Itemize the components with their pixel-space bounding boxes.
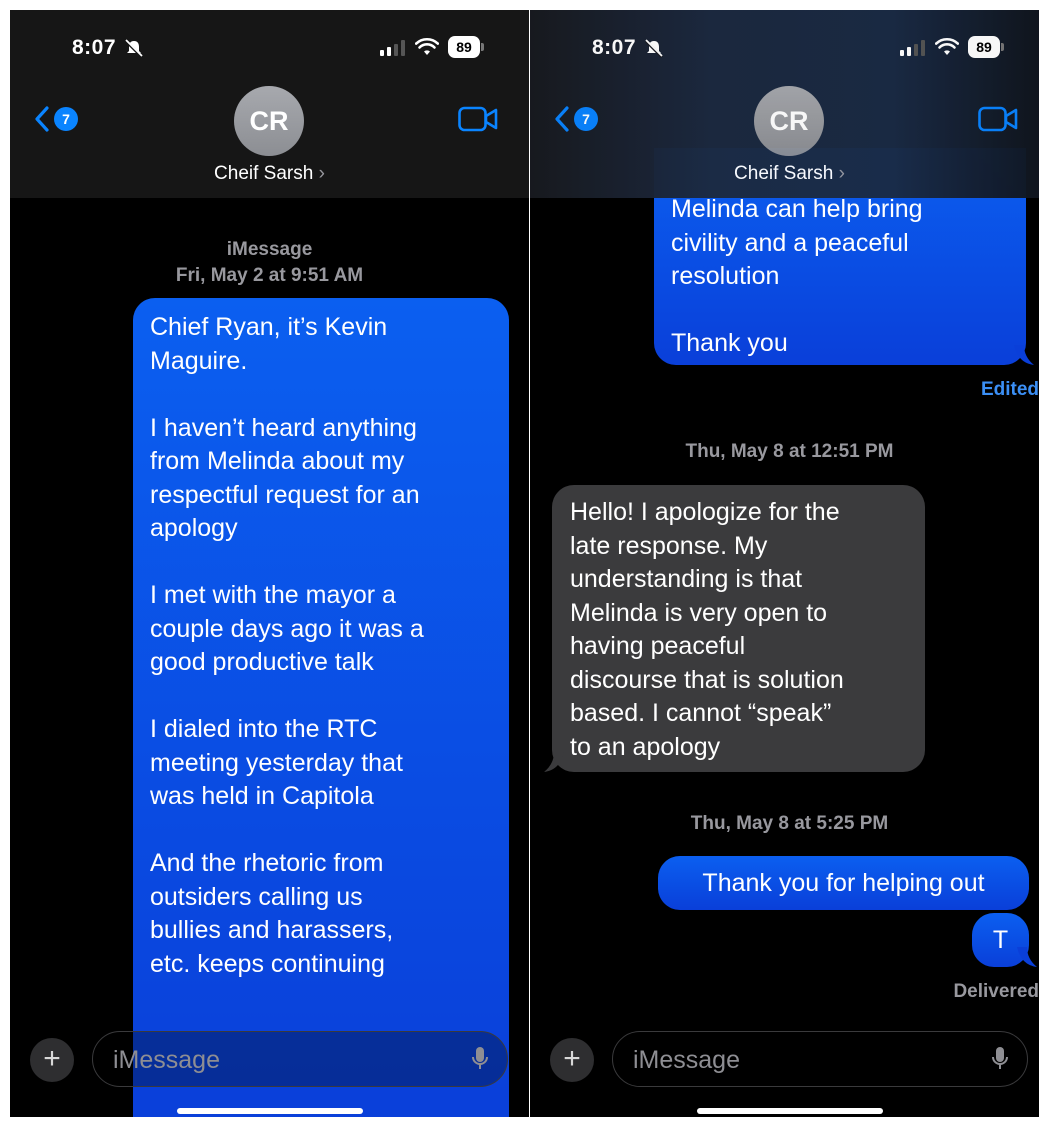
home-indicator[interactable]	[697, 1108, 883, 1114]
message-line: good productive talk	[150, 648, 374, 676]
chevron-right-icon: ›	[318, 163, 325, 184]
status-time: 8:07	[592, 36, 637, 59]
message-line: having peaceful	[570, 632, 746, 660]
edited-label[interactable]: Edited	[981, 379, 1039, 401]
video-call-icon[interactable]	[978, 106, 1018, 132]
message-line	[150, 546, 509, 580]
silent-mode-icon	[644, 39, 664, 58]
silent-mode-icon	[124, 39, 144, 58]
unread-count-badge[interactable]: 7	[54, 107, 78, 131]
battery-indicator: 89	[448, 36, 484, 58]
conversation-header: 8:07 89 7 CR Cheif Sarsh ›	[530, 10, 1039, 198]
sent-message-bubble[interactable]: Chief Ryan, it’s Kevin Maguire. I haven’t…	[133, 298, 509, 1117]
message-thread[interactable]: iMessage Fri, May 2 at 9:51 AM Chief Rya…	[10, 198, 529, 1117]
message-line: discourse that is solution	[570, 665, 844, 694]
input-placeholder: iMessage	[113, 1046, 220, 1074]
message-line: late response. My	[570, 531, 768, 560]
message-line: civility and a peaceful	[671, 228, 909, 257]
bubble-tail	[1014, 345, 1034, 365]
status-time: 8:07	[72, 36, 117, 59]
add-attachment-button[interactable]: +	[550, 1038, 594, 1082]
back-chevron-icon[interactable]	[34, 106, 50, 132]
message-text: Chief Ryan, it’s Kevin Maguire. I haven’t…	[150, 311, 509, 981]
bubble-tail	[544, 752, 564, 772]
sent-message-bubble[interactable]: Thank you for helping out	[658, 856, 1029, 910]
message-line: from Melinda about my	[150, 447, 405, 475]
wifi-icon	[935, 37, 959, 55]
unread-count-badge[interactable]: 7	[574, 107, 598, 131]
right-screenshot: Melinda can help bring civility and a pea…	[530, 10, 1039, 1117]
message-text: Thank you for helping out	[702, 869, 985, 897]
message-line: outsiders calling us	[150, 882, 363, 911]
received-message-bubble[interactable]: Hello! I apologize for the late response.…	[544, 485, 925, 772]
signal-icon	[380, 40, 405, 56]
message-line: resolution	[671, 262, 780, 290]
message-line: couple days ago it was a	[150, 614, 424, 643]
message-line: etc. keeps continuing	[150, 949, 385, 978]
contact-name: Cheif Sarsh	[734, 163, 834, 184]
microphone-icon[interactable]	[471, 1046, 489, 1072]
message-text: Hello! I apologize for the late response.…	[570, 496, 925, 764]
message-line	[150, 680, 509, 714]
contact-name: Cheif Sarsh	[214, 163, 314, 184]
thread-timestamp: Thu, May 8 at 12:51 PM	[685, 441, 894, 462]
compose-bar: + iMessage	[530, 1016, 1039, 1117]
message-line: meeting yesterday that	[150, 748, 403, 777]
contact-name-button[interactable]: Cheif Sarsh ›	[10, 163, 529, 185]
message-line: bullies and harassers,	[150, 916, 394, 944]
add-attachment-button[interactable]: +	[30, 1038, 74, 1082]
battery-level: 89	[448, 36, 480, 58]
wifi-icon	[415, 37, 439, 55]
message-line: was held in Capitola	[150, 782, 374, 810]
thread-timestamp: Fri, May 2 at 9:51 AM	[175, 265, 364, 286]
bubble-tail	[1017, 947, 1037, 967]
chevron-right-icon: ›	[838, 163, 845, 184]
message-line: based. I cannot “speak”	[570, 699, 832, 727]
message-thread[interactable]: Melinda can help bring civility and a pea…	[530, 148, 1039, 1117]
battery-level: 89	[968, 36, 1000, 58]
back-chevron-icon[interactable]	[554, 106, 570, 132]
message-line: Thank you	[671, 329, 788, 357]
conversation-header: 8:07 89 7 CR Cheif Sarsh ›	[10, 10, 529, 198]
message-line: respectful request for an	[150, 480, 420, 509]
contact-name-button[interactable]: Cheif Sarsh ›	[530, 163, 1039, 185]
message-text: T	[992, 926, 1009, 954]
message-line	[150, 378, 509, 412]
message-line: to an apology	[570, 732, 721, 761]
imessage-input[interactable]: iMessage	[612, 1031, 1028, 1087]
sent-message-bubble[interactable]: T	[972, 913, 1037, 967]
message-line	[150, 814, 509, 848]
message-line: I haven’t heard anything	[150, 413, 417, 442]
message-line: understanding is that	[570, 565, 803, 593]
message-line: I met with the mayor a	[150, 581, 396, 609]
video-call-icon[interactable]	[458, 106, 498, 132]
message-line: Chief Ryan, it’s Kevin	[150, 313, 388, 341]
imessage-input[interactable]: iMessage	[92, 1031, 508, 1087]
compose-bar: + iMessage	[10, 1016, 529, 1117]
message-line: Melinda is very open to	[570, 598, 828, 627]
home-indicator[interactable]	[177, 1108, 363, 1114]
microphone-icon[interactable]	[991, 1046, 1009, 1072]
thread-timestamp: Thu, May 8 at 5:25 PM	[690, 813, 889, 834]
message-line: Hello! I apologize for the	[570, 498, 840, 526]
contact-avatar[interactable]: CR	[754, 86, 824, 156]
message-line: apology	[150, 514, 238, 542]
signal-icon	[900, 40, 925, 56]
input-placeholder: iMessage	[633, 1046, 740, 1074]
service-label: iMessage	[226, 239, 313, 260]
delivered-label: Delivered	[953, 981, 1039, 1002]
message-line	[671, 294, 1026, 328]
contact-avatar[interactable]: CR	[234, 86, 304, 156]
left-screenshot: iMessage Fri, May 2 at 9:51 AM Chief Rya…	[10, 10, 529, 1117]
battery-indicator: 89	[968, 36, 1004, 58]
message-line: Melinda can help bring	[671, 195, 923, 223]
message-line: Maguire.	[150, 346, 248, 375]
message-line: And the rhetoric from	[150, 849, 384, 877]
message-line: I dialed into the RTC	[150, 715, 378, 743]
